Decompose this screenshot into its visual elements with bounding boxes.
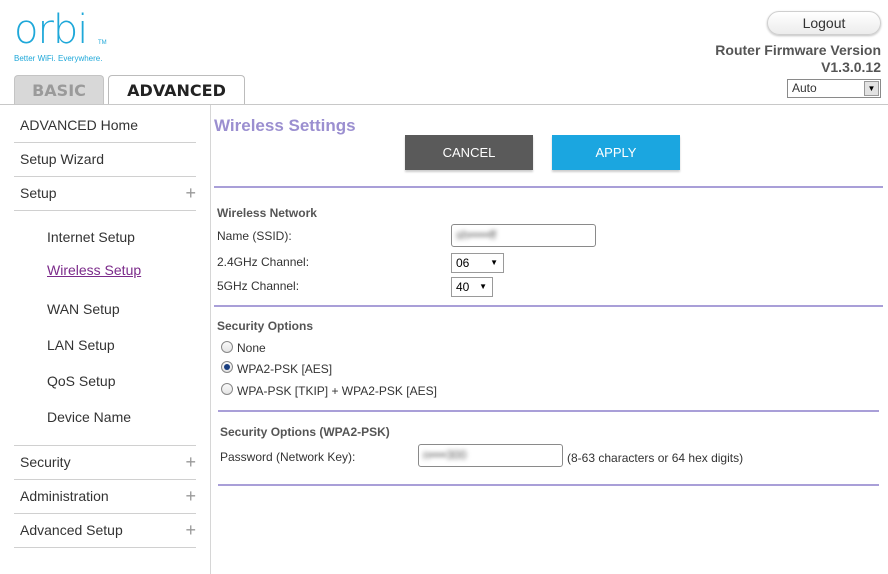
expand-plus-icon[interactable]: + xyxy=(185,184,196,202)
orbi-logo: orbi TM Better WiFi. Everywhere. xyxy=(14,7,107,63)
tab-advanced[interactable]: ADVANCED xyxy=(108,75,245,105)
channel-24ghz-select[interactable]: 06 ▼ xyxy=(451,253,504,273)
section-divider xyxy=(218,410,879,412)
sidebar-item-advanced-home[interactable]: ADVANCED Home xyxy=(20,117,196,133)
section-divider xyxy=(218,484,879,486)
sidebar-divider xyxy=(14,445,196,446)
language-select[interactable]: Auto ▼ xyxy=(787,79,881,98)
security-none-radio[interactable] xyxy=(221,341,233,353)
security-none-label: None xyxy=(237,341,266,355)
wireless-network-heading: Wireless Network xyxy=(217,206,317,220)
ssid-label: Name (SSID): xyxy=(217,229,292,243)
sidebar-subitem-internet-setup[interactable]: Internet Setup xyxy=(47,229,135,245)
channel-5ghz-label: 5GHz Channel: xyxy=(217,279,300,293)
language-select-value: Auto xyxy=(792,81,817,95)
logo-wordmark: orbi xyxy=(14,7,88,53)
chevron-down-icon: ▼ xyxy=(490,258,498,267)
security-mixed-label: WPA-PSK [TKIP] + WPA2-PSK [AES] xyxy=(237,384,437,398)
sidebar-divider xyxy=(14,210,196,211)
logo-tagline: Better WiFi. Everywhere. xyxy=(14,54,103,63)
sidebar-subitem-qos-setup[interactable]: QoS Setup xyxy=(47,373,116,389)
sidebar-item-label: Security xyxy=(20,454,71,470)
section-divider xyxy=(214,186,883,188)
sidebar-item-label: Advanced Setup xyxy=(20,522,123,538)
apply-button[interactable]: APPLY xyxy=(552,135,680,170)
channel-24ghz-label: 2.4GHz Channel: xyxy=(217,255,310,269)
sidebar-subitem-wan-setup[interactable]: WAN Setup xyxy=(47,301,120,317)
sidebar-item-label: Administration xyxy=(20,488,109,504)
sidebar-item-administration[interactable]: Administration + xyxy=(20,487,196,505)
ssid-input[interactable]: sh•••••ff xyxy=(451,224,596,247)
sidebar-item-setup-wizard[interactable]: Setup Wizard xyxy=(20,151,196,167)
sidebar-item-label: Setup xyxy=(20,185,57,201)
security-options-heading: Security Options xyxy=(217,319,314,333)
wpa2-section-heading: Security Options (WPA2-PSK) xyxy=(220,425,390,439)
page-title: Wireless Settings xyxy=(214,116,356,135)
chevron-down-icon: ▼ xyxy=(479,282,487,291)
tab-basic[interactable]: BASIC xyxy=(14,75,104,104)
security-wpa2-label: WPA2-PSK [AES] xyxy=(237,362,333,376)
sidebar-subitem-lan-setup[interactable]: LAN Setup xyxy=(47,337,115,353)
expand-plus-icon[interactable]: + xyxy=(185,521,196,539)
sidebar-divider xyxy=(14,547,196,548)
ssid-value: sh•••••ff xyxy=(456,228,497,242)
password-value: n••••300 xyxy=(423,448,467,462)
cancel-button[interactable]: CANCEL xyxy=(405,135,533,170)
password-input[interactable]: n••••300 xyxy=(418,444,563,467)
sidebar-divider xyxy=(14,479,196,480)
channel-24ghz-value: 06 xyxy=(456,256,470,270)
channel-5ghz-select[interactable]: 40 ▼ xyxy=(451,277,493,297)
section-divider xyxy=(214,305,883,307)
firmware-label: Router Firmware Version xyxy=(715,42,881,58)
security-wpa2-radio[interactable] xyxy=(221,361,233,373)
logout-button[interactable]: Logout xyxy=(767,11,881,35)
sidebar-divider xyxy=(14,513,196,514)
password-label: Password (Network Key): xyxy=(220,450,356,464)
logo-trademark: TM xyxy=(98,40,107,46)
sidebar-item-setup[interactable]: Setup + xyxy=(20,184,196,202)
sidebar-subitem-wireless-setup[interactable]: Wireless Setup xyxy=(47,262,141,278)
security-mixed-radio[interactable] xyxy=(221,383,233,395)
expand-plus-icon[interactable]: + xyxy=(185,487,196,505)
chevron-down-icon[interactable]: ▼ xyxy=(864,81,879,96)
sidebar: ADVANCED Home Setup Wizard Setup + Inter… xyxy=(0,105,211,574)
expand-plus-icon[interactable]: + xyxy=(185,453,196,471)
sidebar-item-security[interactable]: Security + xyxy=(20,453,196,471)
sidebar-divider xyxy=(14,142,196,143)
sidebar-subitem-device-name[interactable]: Device Name xyxy=(47,409,131,425)
sidebar-divider xyxy=(14,176,196,177)
channel-5ghz-value: 40 xyxy=(456,280,470,294)
password-hint: (8-63 characters or 64 hex digits) xyxy=(567,451,744,465)
sidebar-item-advanced-setup[interactable]: Advanced Setup + xyxy=(20,521,196,539)
firmware-version: V1.3.0.12 xyxy=(821,59,881,75)
